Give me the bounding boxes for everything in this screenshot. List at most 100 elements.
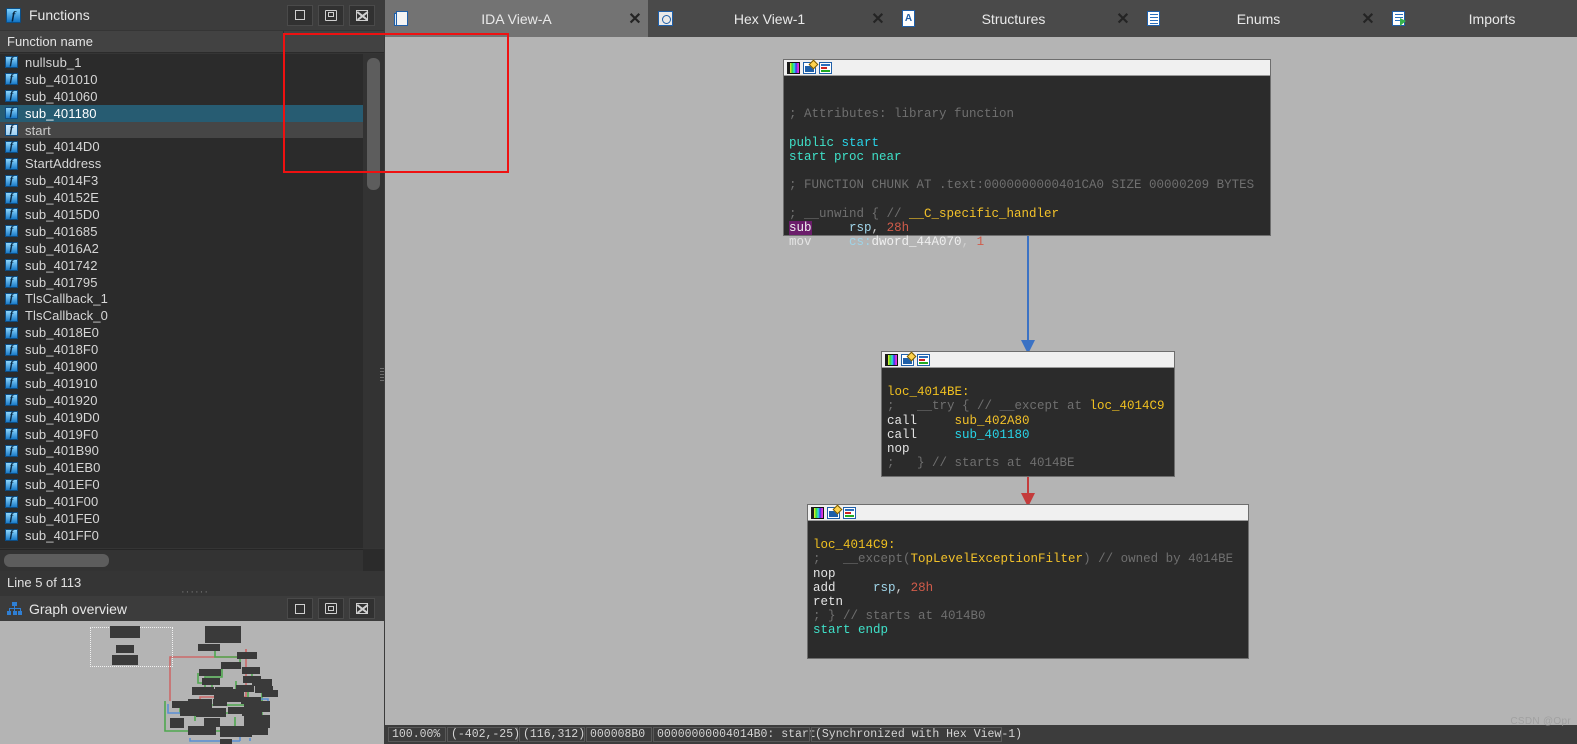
disassembly-line: [789, 122, 1265, 136]
function-icon: [5, 139, 18, 153]
function-list-item[interactable]: nullsub_1: [0, 54, 363, 71]
function-list-item[interactable]: sub_4014D0: [0, 138, 363, 155]
graph-icon[interactable]: [917, 353, 930, 366]
function-icon: [5, 494, 18, 508]
color-palette-icon[interactable]: [811, 506, 824, 519]
function-list-item[interactable]: sub_401FE0: [0, 510, 363, 527]
edit-icon[interactable]: [827, 506, 840, 519]
functions-maximize-button[interactable]: [287, 4, 313, 26]
functions-horizontal-scrollbar[interactable]: [0, 549, 363, 571]
node-loc-4014C9[interactable]: loc_4014C9:; __except(TopLevelExceptionF…: [807, 504, 1249, 659]
tab-ida-view-a[interactable]: IDA View-A ✕: [385, 0, 648, 37]
enums-icon: [1145, 10, 1162, 27]
graph-overview-icon: [7, 601, 22, 616]
functions-vscroll-thumb[interactable]: [367, 58, 380, 190]
function-name-label: sub_401795: [25, 274, 98, 290]
function-list-item[interactable]: sub_401F00: [0, 493, 363, 510]
scrollbar-corner: [363, 549, 384, 571]
function-list-item[interactable]: sub_401795: [0, 274, 363, 291]
function-list-item[interactable]: sub_4019D0: [0, 409, 363, 426]
disassembly-line: mov cs:dword_44A070, 1: [789, 235, 1265, 249]
overview-restore-button[interactable]: [318, 598, 344, 619]
node-loc-4014BE[interactable]: loc_4014BE:; __try { // __except at loc_…: [881, 351, 1175, 477]
function-list-item[interactable]: StartAddress: [0, 155, 363, 172]
function-icon: [5, 392, 18, 407]
graph-icon[interactable]: [843, 506, 856, 519]
view-tab-bar: IDA View-A ✕ Hex View-1 ✕ A Structures ✕ Enums ✕…: [385, 0, 1577, 37]
functions-column-header[interactable]: Function name: [0, 31, 384, 53]
code-token: sub_401180: [954, 427, 1030, 442]
code-token: add: [813, 580, 836, 595]
function-list-item[interactable]: sub_401060: [0, 88, 363, 105]
function-list-item[interactable]: sub_4019F0: [0, 426, 363, 443]
tab-hex-view-1[interactable]: Hex View-1 ✕: [648, 0, 891, 37]
dock-splitter-dots-horizontal[interactable]: ······: [181, 587, 208, 598]
function-list-item[interactable]: sub_401685: [0, 223, 363, 240]
tab-structures[interactable]: A Structures ✕: [891, 0, 1136, 37]
function-list-item[interactable]: sub_401EB0: [0, 459, 363, 476]
functions-vertical-scrollbar[interactable]: [363, 54, 384, 548]
function-list-item[interactable]: start: [0, 121, 363, 139]
node-header[interactable]: [882, 352, 1174, 368]
function-list-item[interactable]: sub_4018E0: [0, 324, 363, 341]
function-list-item[interactable]: sub_40152E: [0, 189, 363, 206]
overview-node: [237, 652, 257, 659]
tab-label: Imports: [1468, 10, 1516, 27]
function-icon: [5, 477, 18, 491]
function-list-item[interactable]: sub_401910: [0, 375, 363, 392]
function-list-item[interactable]: sub_401010: [0, 71, 363, 88]
edit-icon[interactable]: [803, 61, 816, 74]
graph-overview-canvas[interactable]: [0, 621, 384, 744]
code-token: loc_4014C9:: [813, 538, 896, 553]
function-list-item[interactable]: sub_401EF0: [0, 476, 363, 493]
overview-close-button[interactable]: [349, 598, 375, 619]
functions-restore-button[interactable]: [318, 4, 344, 26]
functions-list[interactable]: nullsub_1sub_401010sub_401060sub_401180s…: [0, 54, 363, 548]
functions-panel-titlebar: Functions: [0, 0, 384, 30]
function-list-item[interactable]: sub_4016A2: [0, 240, 363, 257]
node-start[interactable]: ; Attributes: library function public st…: [783, 59, 1271, 249]
function-list-item[interactable]: sub_401742: [0, 257, 363, 274]
function-list-item[interactable]: sub_4014F3: [0, 172, 363, 189]
imports-icon: [1390, 10, 1407, 27]
node-header[interactable]: [808, 505, 1248, 521]
code-token: ; __unwind { //: [789, 206, 910, 221]
function-list-item[interactable]: sub_4015D0: [0, 206, 363, 223]
function-icon: [5, 223, 18, 238]
function-list-item[interactable]: sub_401B90: [0, 442, 363, 459]
disassembly-line: nop: [813, 567, 1243, 581]
functions-hscroll-thumb[interactable]: [4, 554, 109, 567]
function-list-item[interactable]: sub_401FF0: [0, 527, 363, 544]
disassembly-line: ; __try { // __except at loc_4014C9: [887, 399, 1169, 413]
function-list-item[interactable]: sub_401900: [0, 358, 363, 375]
disassembly-line: start endp: [813, 623, 1243, 637]
function-list-item[interactable]: sub_401180: [0, 104, 363, 122]
overview-node: [213, 699, 227, 706]
tab-close-icon[interactable]: ✕: [1110, 9, 1136, 29]
tab-close-icon[interactable]: ✕: [865, 9, 891, 29]
function-icon: [5, 156, 18, 170]
function-name-label: sub_401EB0: [25, 460, 101, 476]
graph-overview-window-buttons: [287, 598, 384, 619]
ida-graph-view[interactable]: ; Attributes: library function public st…: [385, 37, 1577, 725]
tab-close-icon[interactable]: ✕: [622, 9, 648, 29]
column-splitter[interactable]: [283, 31, 284, 53]
color-palette-icon[interactable]: [787, 61, 800, 74]
functions-close-button[interactable]: [349, 4, 375, 26]
code-token: call: [887, 427, 918, 442]
graph-icon[interactable]: [819, 61, 832, 74]
color-palette-icon[interactable]: [885, 353, 898, 366]
function-list-item[interactable]: TlsCallback_1: [0, 290, 363, 307]
overview-maximize-button[interactable]: [287, 598, 313, 619]
function-name-label: sub_401685: [25, 223, 98, 239]
function-list-item[interactable]: sub_401920: [0, 392, 363, 409]
function-list-item[interactable]: TlsCallback_0: [0, 307, 363, 324]
edit-icon[interactable]: [901, 353, 914, 366]
tab-enums[interactable]: Enums ✕: [1136, 0, 1381, 37]
node-header[interactable]: [784, 60, 1270, 76]
tab-imports[interactable]: Imports: [1381, 0, 1577, 37]
function-list-item[interactable]: sub_4018F0: [0, 341, 363, 358]
tab-close-icon[interactable]: ✕: [1355, 9, 1381, 29]
